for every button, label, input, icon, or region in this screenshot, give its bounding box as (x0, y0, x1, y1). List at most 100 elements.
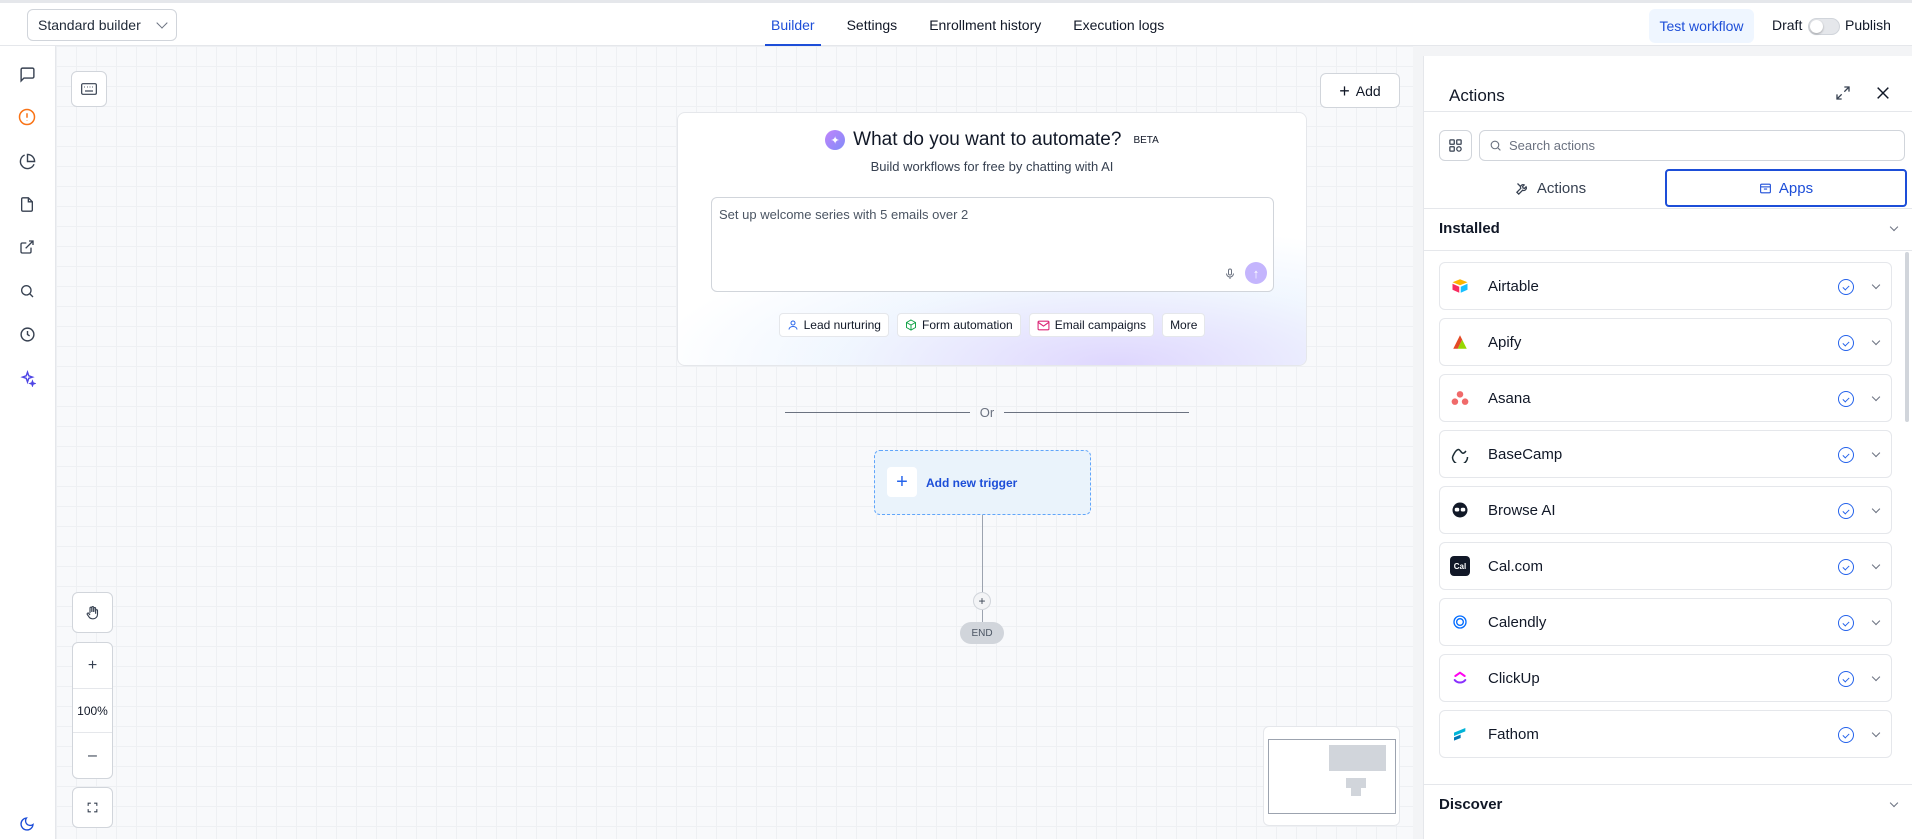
minimap[interactable] (1263, 726, 1400, 826)
plus-icon: + (887, 467, 917, 497)
divider-line (1004, 411, 1190, 413)
connector-line (982, 610, 983, 622)
installed-check-icon (1838, 335, 1854, 351)
tab-apps[interactable]: Apps (1665, 169, 1907, 207)
minimap-node (1346, 778, 1366, 788)
app-row-calcom[interactable]: Cal Cal.com (1439, 542, 1892, 590)
moon-icon[interactable] (17, 814, 37, 834)
search-actions (1479, 130, 1905, 161)
alert-circle-icon[interactable] (17, 107, 37, 127)
app-row-asana[interactable]: Asana (1439, 374, 1892, 422)
builder-type-select[interactable]: Standard builder (27, 9, 177, 41)
document-icon[interactable] (17, 194, 37, 214)
tab-builder[interactable]: Builder (755, 3, 831, 46)
test-workflow-button[interactable]: Test workflow (1649, 9, 1754, 43)
zoom-level: 100% (73, 688, 112, 733)
app-row-airtable[interactable]: Airtable (1439, 262, 1892, 310)
app-row-apify[interactable]: Apify (1439, 318, 1892, 366)
history-icon[interactable] (17, 324, 37, 344)
keyboard-shortcuts-button[interactable] (71, 71, 107, 107)
apify-logo-icon (1450, 332, 1470, 352)
trigger-label: Add new trigger (926, 476, 1018, 490)
pie-chart-icon[interactable] (17, 151, 37, 171)
ai-prompt-input[interactable]: Set up welcome series with 5 emails over… (711, 197, 1274, 292)
publish-toggle[interactable] (1808, 18, 1840, 35)
chip-label: More (1170, 318, 1198, 332)
chip-lead-nurturing[interactable]: Lead nurturing (778, 313, 889, 337)
draft-label: Draft (1772, 17, 1803, 33)
add-button-label: Add (1355, 82, 1381, 99)
add-new-trigger[interactable]: + Add new trigger (874, 450, 1091, 515)
send-arrow-icon[interactable]: ↑ (1245, 262, 1267, 284)
ai-wand-icon: ✦ (825, 130, 846, 150)
ai-subtitle: Build workflows for free by chatting wit… (870, 159, 1114, 174)
fullscreen-icon (87, 802, 98, 813)
tab-settings[interactable]: Settings (831, 3, 914, 46)
expand-icon[interactable] (1835, 85, 1853, 103)
section-installed[interactable]: Installed (1439, 218, 1901, 238)
suggestion-chips: Lead nurturing Form automation Email cam… (678, 313, 1306, 337)
tab-actions-label: Actions (1536, 179, 1587, 197)
workflow-canvas[interactable]: + Add ✦ What do you want to automate? BE… (55, 46, 1413, 839)
tab-label: Enrollment history (929, 16, 1042, 33)
app-name: Browse AI (1488, 502, 1556, 519)
chevron-down-icon (1889, 798, 1899, 807)
or-divider: Or (785, 404, 1190, 420)
installed-check-icon (1838, 279, 1854, 295)
app-row-fathom[interactable]: Fathom (1439, 710, 1892, 758)
tab-enrollment-history[interactable]: Enrollment history (913, 3, 1057, 46)
search-icon[interactable] (17, 281, 37, 301)
chat-icon[interactable] (17, 64, 37, 84)
list-scrollbar[interactable] (1905, 252, 1909, 422)
ai-prompt-value: Set up welcome series with 5 emails over… (719, 207, 969, 222)
app-row-browse-ai[interactable]: Browse AI (1439, 486, 1892, 534)
chip-more[interactable]: More (1162, 313, 1206, 337)
end-node: END (960, 622, 1004, 644)
chevron-down-icon (1871, 504, 1881, 514)
sparkles-icon[interactable] (17, 368, 37, 388)
chip-email-campaigns[interactable]: Email campaigns (1028, 313, 1155, 337)
chip-label: Form automation (921, 318, 1013, 332)
left-nav (0, 46, 55, 839)
add-step-button[interactable]: + (973, 592, 991, 610)
app-row-calendly[interactable]: Calendly (1439, 598, 1892, 646)
app-name: Airtable (1488, 278, 1539, 295)
top-bar: Standard builder Builder Settings Enroll… (0, 0, 1912, 46)
chevron-down-icon (1871, 336, 1881, 346)
app-row-clickup[interactable]: ClickUp (1439, 654, 1892, 702)
search-icon (1490, 140, 1501, 151)
mail-icon (1037, 320, 1050, 330)
external-link-icon[interactable] (17, 237, 37, 257)
chip-label: Email campaigns (1054, 318, 1147, 332)
clickup-logo-icon (1450, 668, 1470, 688)
chip-form-automation[interactable]: Form automation (896, 313, 1021, 337)
tab-execution-logs[interactable]: Execution logs (1057, 3, 1180, 46)
section-installed-label: Installed (1439, 219, 1500, 237)
grid-view-button[interactable] (1439, 130, 1472, 161)
actions-panel-inner: Actions Actions Apps Installed (1423, 56, 1912, 839)
publish-label: Publish (1845, 17, 1891, 33)
tab-actions[interactable]: Actions (1434, 169, 1667, 207)
search-actions-input[interactable] (1509, 138, 1889, 153)
add-button[interactable]: + Add (1320, 73, 1400, 108)
tab-label: Settings (846, 16, 898, 33)
ai-automation-card: ✦ What do you want to automate? BETA Bui… (677, 112, 1307, 366)
minimap-node (1351, 788, 1361, 796)
chevron-down-icon (1871, 560, 1881, 570)
zoom-out-button[interactable]: – (73, 733, 112, 778)
minimap-node (1329, 745, 1386, 771)
connector-line (982, 515, 983, 600)
fathom-logo-icon (1450, 724, 1470, 744)
pan-hand-button[interactable] (72, 592, 113, 633)
chevron-down-icon (1871, 728, 1881, 738)
chevron-down-icon (1871, 280, 1881, 290)
app-row-basecamp[interactable]: BaseCamp (1439, 430, 1892, 478)
close-icon[interactable] (1875, 85, 1893, 103)
microphone-icon[interactable] (1223, 267, 1237, 281)
installed-check-icon (1838, 503, 1854, 519)
minimap-viewport (1268, 739, 1396, 814)
section-discover[interactable]: Discover (1439, 784, 1901, 824)
zoom-in-button[interactable]: + (73, 643, 112, 688)
package-icon (1759, 183, 1771, 193)
fit-view-button[interactable] (72, 787, 113, 828)
